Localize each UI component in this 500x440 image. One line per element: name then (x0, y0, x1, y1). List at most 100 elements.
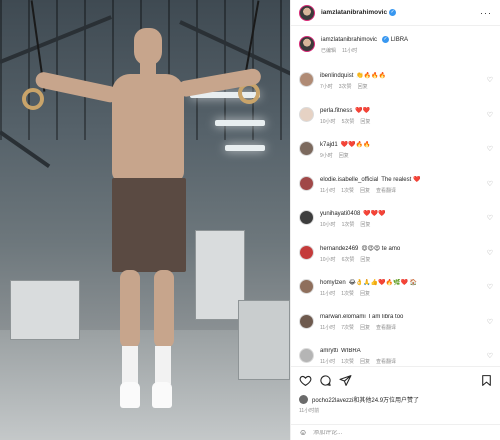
comment-text: ❤️❤️ (355, 107, 371, 114)
comment-time: 7小时 (320, 84, 333, 90)
comment-row: yunihayati0408 ❤️❤️❤️ 10小时 1次赞 回复 ♡ (299, 206, 493, 241)
comment-row: k7ajd1 ❤️❤️🔥🔥 9小时 回复 ♡ (299, 137, 493, 172)
reply-button[interactable]: 回复 (360, 324, 370, 331)
liker-avatar (299, 395, 308, 404)
comment-time: 11小时 (320, 291, 336, 297)
caption-author[interactable]: iamzlatanibrahimovic (321, 37, 377, 43)
comment-row: marwan.elomami I am libra too 11小时 7次赞 回复 查看… (299, 310, 493, 345)
comment-username[interactable]: elodie.isabelle_official (320, 177, 378, 183)
comment-text: 😂👌🙏👍❤️🔥🌿❤️ 🏠 (348, 280, 418, 286)
comment-time: 11小时 (320, 359, 336, 365)
like-comment-heart-icon[interactable]: ♡ (487, 72, 493, 84)
comment-username[interactable]: yunihayati0408 (320, 211, 360, 217)
commenter-avatar[interactable] (299, 210, 314, 225)
see-translation-link[interactable]: 查看翻译 (376, 187, 396, 194)
ceiling-light (225, 145, 265, 151)
share-paper-plane-icon[interactable] (339, 374, 352, 387)
comment-likes[interactable]: 1次赞 (341, 187, 354, 194)
reply-button[interactable]: 回复 (360, 256, 370, 263)
comment-time: 11小时 (320, 187, 336, 194)
commenter-avatar[interactable] (299, 348, 314, 363)
commenter-avatar[interactable] (299, 72, 314, 87)
comment-row: perla.fitness ❤️❤️ 10小时 5次赞 回复 ♡ (299, 103, 493, 138)
caption-text: LIBRA (390, 37, 409, 44)
post-header: iamzlatanibrahimovic ✓ ··· (291, 0, 500, 26)
post-caption: iamzlatanibrahimovic ✓ LIBRA 已编辑 11小时 (299, 26, 493, 68)
likes-summary[interactable]: pocho22lavezzi和其他24.9万位用户赞了 (299, 395, 493, 404)
comment-username[interactable]: ibenlindquist (320, 73, 353, 79)
comment-username[interactable]: perla.fitness (320, 108, 352, 114)
likes-text[interactable]: pocho22lavezzi和其他24.9万位用户赞了 (312, 395, 419, 404)
commenter-avatar[interactable] (299, 244, 314, 260)
comment-likes[interactable]: 7次赞 (341, 324, 354, 331)
comment-username[interactable]: homylzen (320, 280, 346, 286)
comment-likes[interactable]: 5次赞 (342, 118, 355, 125)
comment-row: homylzen 😂👌🙏👍❤️🔥🌿❤️ 🏠 11小时 1次赞 回复 ♡ (299, 275, 493, 310)
comment-likes[interactable]: 3次赞 (339, 83, 352, 90)
reply-button[interactable]: 回复 (360, 118, 370, 125)
caption-edited: 已编辑 (321, 48, 337, 55)
gym-equipment (10, 280, 80, 340)
comment-text: ❤️❤️🔥🔥 (340, 142, 371, 148)
commenter-avatar[interactable] (299, 313, 314, 329)
comment-time: 10小时 (320, 222, 336, 228)
author-avatar[interactable] (299, 4, 315, 21)
like-comment-heart-icon[interactable]: ♡ (487, 210, 493, 222)
reply-button[interactable]: 回复 (360, 358, 370, 365)
comment-bubble-icon[interactable] (319, 374, 332, 387)
ceiling-light (215, 120, 265, 126)
bookmark-icon[interactable] (480, 374, 493, 387)
commenter-avatar[interactable] (299, 106, 314, 122)
like-comment-heart-icon[interactable]: ♡ (487, 279, 493, 291)
comment-username[interactable]: marwan.elomami (320, 314, 366, 320)
like-comment-heart-icon[interactable]: ♡ (487, 348, 493, 360)
commenter-avatar[interactable] (299, 279, 314, 294)
see-translation-link[interactable]: 查看翻译 (376, 324, 396, 331)
comment-text: WIBRA (341, 348, 361, 354)
post-image[interactable] (0, 0, 290, 440)
commenter-avatar[interactable] (299, 175, 314, 191)
like-comment-heart-icon[interactable]: ♡ (487, 107, 493, 119)
like-comment-heart-icon[interactable]: ♡ (487, 314, 493, 326)
more-options-icon[interactable]: ··· (480, 8, 492, 18)
emoji-icon[interactable]: ☺ (299, 428, 307, 437)
like-comment-heart-icon[interactable]: ♡ (487, 141, 493, 153)
comment-text: 👏🔥🔥🔥 (356, 73, 387, 79)
caption-time: 11小时 (342, 48, 358, 55)
comment-likes[interactable]: 1次赞 (342, 221, 355, 228)
comment-time: 11小时 (320, 324, 336, 331)
reply-button[interactable]: 回复 (339, 152, 349, 159)
like-heart-icon[interactable] (299, 374, 312, 387)
comment-username[interactable]: k7ajd1 (320, 142, 338, 148)
like-comment-heart-icon[interactable]: ♡ (487, 245, 493, 257)
comment-text: The realest ❤️ (381, 176, 421, 183)
comment-likes[interactable]: 1次赞 (341, 358, 354, 365)
verified-badge-icon: ✓ (382, 36, 390, 43)
comment-row: amrytti WIBRA 11小时 1次赞 回复 查看翻译 ♡ (299, 344, 493, 366)
comment-time: 10小时 (320, 118, 336, 125)
like-comment-heart-icon[interactable]: ♡ (487, 176, 493, 188)
gym-equipment (238, 300, 290, 380)
reply-button[interactable]: 回复 (360, 221, 370, 228)
comment-row: elodie.isabelle_official The realest ❤️ 1… (299, 172, 493, 207)
post-timestamp[interactable]: 11小时前 (299, 407, 493, 414)
verified-badge-icon: ✓ (389, 9, 397, 16)
comment-username[interactable]: amrytti (320, 348, 338, 354)
comment-likes[interactable]: 6次赞 (342, 256, 355, 263)
reply-button[interactable]: 回复 (360, 290, 370, 297)
gymnastic-ring-left (22, 88, 44, 110)
add-comment-input[interactable] (313, 429, 474, 436)
comments-list[interactable]: iamzlatanibrahimovic ✓ LIBRA 已编辑 11小时 ibe… (291, 26, 500, 366)
reply-button[interactable]: 回复 (360, 187, 370, 194)
post-actions: pocho22lavezzi和其他24.9万位用户赞了 11小时前 ☺ (291, 366, 500, 440)
see-translation-link[interactable]: 查看翻译 (376, 358, 396, 365)
author-avatar[interactable] (299, 36, 315, 52)
comment-likes[interactable]: 1次赞 (341, 290, 354, 297)
comment-username[interactable]: hernandez469 (320, 246, 358, 252)
comment-time: 10小时 (320, 256, 336, 263)
author-handle[interactable]: iamzlatanibrahimovic (321, 9, 387, 16)
reply-button[interactable]: 回复 (358, 83, 368, 90)
post-sidebar: iamzlatanibrahimovic ✓ ··· iamzlatanibra… (290, 0, 500, 440)
comment-text: 😍😍😍 te amo (361, 245, 401, 252)
commenter-avatar[interactable] (299, 141, 314, 156)
